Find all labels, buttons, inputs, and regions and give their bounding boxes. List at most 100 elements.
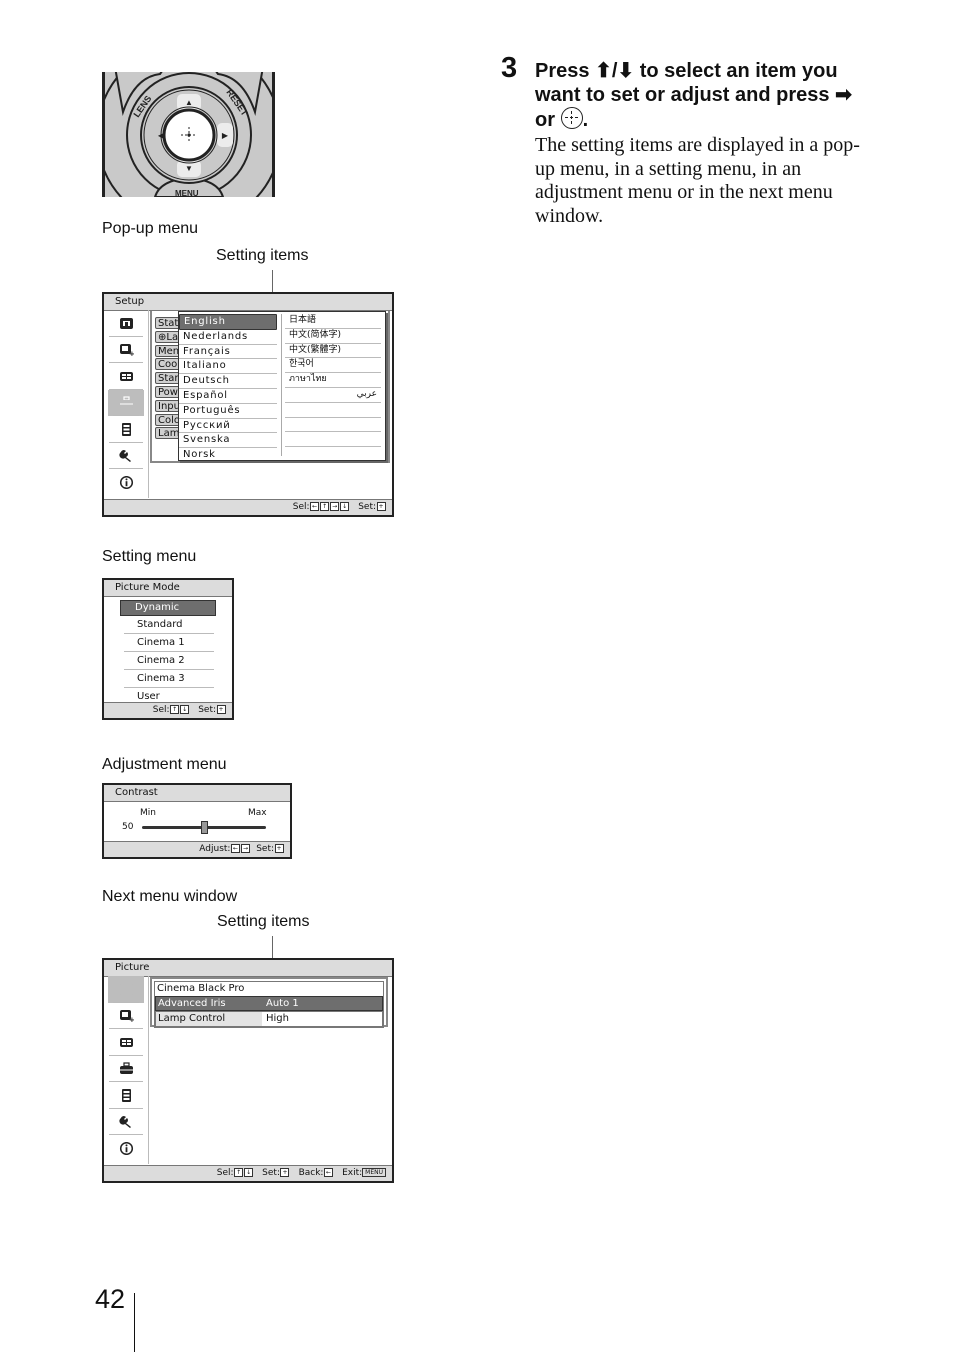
value-readout: 50 [122, 822, 134, 832]
page-number: 42 [95, 1284, 126, 1314]
language-option[interactable]: English [179, 314, 277, 330]
sidebar-item-picture[interactable] [104, 310, 148, 337]
step-number: 3 [501, 52, 518, 84]
next-menu-window: Picture + Cinema Black Pro Advanced Iris A… [102, 958, 394, 1183]
language-option[interactable]: 한국어 [285, 358, 381, 374]
screen-icon [119, 370, 134, 383]
setting-item-label: Lamp Control [156, 1012, 262, 1026]
sidebar-item-setup[interactable] [108, 389, 144, 416]
footer-help: Adjust: ← → Set: + [104, 841, 290, 857]
setting-menu-window: Picture Mode Dynamic Standard Cinema 1 Cine… [102, 578, 234, 720]
adjustment-menu-caption: Adjustment menu [102, 756, 227, 773]
sidebar-item-setup[interactable] [104, 1056, 148, 1083]
sel-label: Sel: [292, 502, 310, 512]
language-option[interactable]: 日本語 [285, 314, 381, 329]
information-icon [119, 1141, 134, 1155]
set-label: Set: [358, 502, 376, 512]
advanced-picture-icon: + [119, 343, 134, 356]
sidebar-item-function[interactable] [104, 1082, 148, 1109]
function-icon [119, 422, 134, 436]
language-option[interactable]: Nederlands [179, 330, 277, 345]
setup-icon [119, 396, 134, 409]
information-icon [119, 475, 134, 489]
language-option[interactable]: 中文(简体字) [285, 329, 381, 344]
setting-item-value: Auto 1 [266, 997, 299, 1009]
up-arrow-icon: ⬆ [595, 60, 612, 82]
svg-text:◀: ◀ [158, 131, 165, 140]
picture-mode-option[interactable]: Cinema 3 [124, 670, 214, 688]
setting-item-row[interactable]: Lamp Control High [155, 1011, 383, 1027]
picture-icon [119, 983, 134, 996]
sidebar-item-screen[interactable] [104, 1029, 148, 1056]
setting-item-row[interactable]: Advanced Iris Auto 1 [155, 995, 383, 1011]
min-label: Min [140, 808, 156, 818]
left-key-icon: ← [230, 844, 240, 853]
step-body: The setting items are displayed in a pop… [535, 134, 860, 227]
sidebar-item-installation[interactable] [104, 1109, 148, 1136]
enter-key-icon: + [216, 705, 226, 714]
language-option[interactable]: ภาษาไทย [285, 373, 381, 388]
language-option[interactable]: عربي [285, 388, 381, 403]
adjust-label: Adjust: [199, 844, 231, 854]
down-key-icon: ↓ [180, 705, 190, 714]
picture-icon [119, 317, 134, 330]
sidebar: + [104, 310, 149, 498]
window-title: Setup [104, 294, 392, 311]
svg-text:▲: ▲ [185, 98, 193, 107]
setting-item-row[interactable]: Cinema Black Pro [155, 982, 383, 996]
menu-key-icon: MENU [362, 1168, 386, 1177]
right-key-icon: → [330, 502, 340, 511]
language-option [285, 418, 381, 433]
picture-mode-list: Dynamic Standard Cinema 1 Cinema 2 Cinema 3U… [104, 597, 232, 705]
language-option[interactable]: Deutsch [179, 374, 277, 389]
sidebar-item-screen[interactable] [104, 363, 148, 390]
advanced-picture-icon: + [119, 1009, 134, 1022]
installation-icon [118, 449, 134, 463]
footer-help: Sel: ↑ ↓ Set: + [104, 702, 232, 718]
exit-label: Exit: [342, 1168, 363, 1178]
sidebar-item-advanced-picture[interactable]: + [104, 1003, 148, 1030]
installation-icon [118, 1115, 134, 1129]
language-option[interactable]: Русский [179, 419, 277, 434]
sidebar-item-installation[interactable] [104, 443, 148, 470]
setting-items-label: Setting items [216, 247, 309, 264]
next-menu-caption: Next menu window [102, 888, 238, 905]
language-option[interactable]: Español [179, 389, 277, 404]
sidebar-item-advanced-picture[interactable]: + [104, 337, 148, 364]
enter-key-icon: + [280, 1168, 290, 1177]
enter-key-icon: + [274, 844, 284, 853]
set-label: Set: [256, 844, 274, 854]
picture-mode-option[interactable]: Dynamic [120, 600, 216, 616]
sidebar-item-picture[interactable] [108, 976, 144, 1003]
enter-button-icon [560, 107, 583, 129]
svg-text:+: + [129, 350, 134, 356]
picture-mode-option[interactable]: Standard [124, 616, 214, 634]
language-option[interactable]: Português [179, 404, 277, 419]
enter-key-icon: + [376, 502, 386, 511]
slider-thumb[interactable] [201, 821, 208, 834]
language-option[interactable]: Français [179, 345, 277, 360]
footer-help: Sel: ← ↑ → ↓ Set: + [104, 499, 392, 515]
svg-text:+: + [129, 1016, 134, 1022]
heading-text: or [535, 109, 561, 131]
setup-icon [119, 1062, 134, 1075]
language-option[interactable]: 中文(繁體字) [285, 344, 381, 359]
picture-mode-option[interactable]: Cinema 2 [124, 652, 214, 670]
left-key-icon: ← [310, 502, 320, 511]
sidebar-item-function[interactable] [104, 416, 148, 443]
language-option [285, 403, 381, 418]
sidebar-item-information[interactable] [104, 469, 148, 496]
heading-period: . [582, 109, 589, 131]
sidebar-item-information[interactable] [104, 1135, 148, 1162]
language-option[interactable]: Italiano [179, 359, 277, 375]
screen-icon [119, 1036, 134, 1049]
picture-mode-option[interactable]: Cinema 1 [124, 634, 214, 652]
svg-text:MENU: MENU [175, 189, 199, 197]
language-option[interactable]: Norsk [179, 448, 277, 462]
svg-text:▼: ▼ [185, 164, 193, 173]
language-option[interactable]: Svenska [179, 433, 277, 449]
set-label: Set: [198, 705, 216, 715]
step-heading: Press ⬆/⬇ to select an item you want to … [535, 60, 852, 131]
setting-items-label: Setting items [217, 913, 310, 930]
slider-track[interactable] [142, 821, 266, 834]
